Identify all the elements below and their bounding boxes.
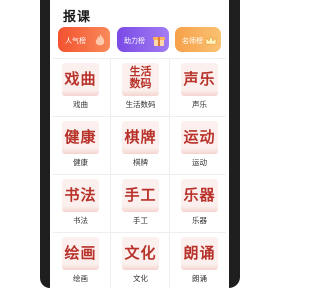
category-handicraft[interactable]: 手工 手工: [111, 175, 170, 233]
category-label: 朗诵: [192, 274, 207, 283]
ranking-chip-boost[interactable]: 助力榜: [117, 27, 169, 52]
category-instruments[interactable]: 乐器 乐器: [170, 175, 229, 233]
phone-bezel-left: [40, 0, 50, 288]
category-tile: 声乐: [181, 63, 218, 96]
category-sports[interactable]: 运动 运动: [170, 117, 229, 175]
category-label: 棋牌: [133, 158, 148, 167]
category-label: 生活数码: [125, 100, 156, 109]
ranking-chip-label: 名师榜: [182, 37, 203, 45]
ranking-chip-fame[interactable]: 名师榜: [175, 27, 221, 52]
category-digital-life[interactable]: 生活 数码 生活数码: [111, 59, 170, 117]
ranking-chip-popular[interactable]: 人气榜: [58, 27, 110, 52]
crown-icon: [205, 35, 217, 45]
gift-icon: [153, 37, 165, 46]
ranking-chip-label: 人气榜: [65, 37, 86, 45]
category-culture[interactable]: 文化 文化: [111, 233, 170, 288]
category-tile: 棋牌: [122, 121, 159, 154]
category-label: 文化: [133, 274, 148, 283]
category-health[interactable]: 健康 健康: [51, 117, 110, 175]
category-label: 戏曲: [73, 100, 88, 109]
category-recitation[interactable]: 朗诵 朗诵: [170, 233, 229, 288]
category-label: 健康: [73, 158, 88, 167]
category-tile-text: 生活 数码: [129, 65, 152, 90]
category-label: 运动: [192, 158, 207, 167]
category-label: 声乐: [192, 100, 207, 109]
category-tile: 手工: [122, 179, 159, 212]
page-title: 报课: [63, 10, 92, 25]
category-label: 乐器: [192, 216, 207, 225]
category-board-games[interactable]: 棋牌 棋牌: [111, 117, 170, 175]
category-xiqu[interactable]: 戏曲 戏曲: [51, 59, 110, 117]
category-tile: 戏曲: [62, 63, 99, 96]
app-screen: 报课 人气榜 助力榜 名师榜 戏曲 戏曲 生活 数码 生活数码 声乐 声乐 健康…: [50, 0, 229, 288]
category-calligraphy[interactable]: 书法 书法: [51, 175, 110, 233]
phone-bezel-right: [229, 0, 240, 288]
category-tile: 绘画: [62, 237, 99, 270]
category-vocal[interactable]: 声乐 声乐: [170, 59, 229, 117]
category-tile: 书法: [62, 179, 99, 212]
category-label: 书法: [73, 216, 88, 225]
fire-icon: [95, 34, 105, 46]
category-tile: 运动: [181, 121, 218, 154]
category-tile: 健康: [62, 121, 99, 154]
category-tile: 朗诵: [181, 237, 218, 270]
category-tile: 乐器: [181, 179, 218, 212]
category-label: 绘画: [73, 274, 88, 283]
category-tile: 文化: [122, 237, 159, 270]
category-label: 手工: [133, 216, 148, 225]
ranking-chip-label: 助力榜: [124, 37, 145, 45]
category-tile: 生活 数码: [122, 63, 159, 96]
category-painting[interactable]: 绘画 绘画: [51, 233, 110, 288]
